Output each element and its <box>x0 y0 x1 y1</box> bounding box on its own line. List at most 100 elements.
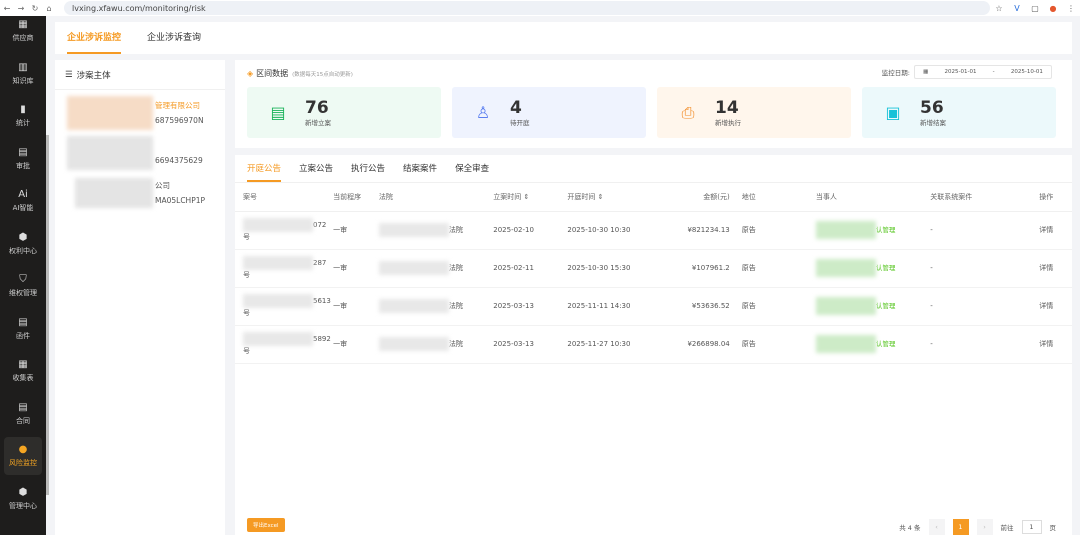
sidebar-item-6[interactable]: ⛉ 维权管理 <box>4 267 42 305</box>
total-count: 共 4 条 <box>899 524 921 532</box>
calendar-icon: ▦ <box>923 69 929 75</box>
stat-label: 待开庭 <box>510 118 530 127</box>
column-header: 案号 <box>235 183 334 212</box>
court: 法院 <box>448 340 463 348</box>
stat-card-new-execution[interactable]: ⎙ 14 新增执行 <box>657 87 851 138</box>
entity-item[interactable]: 管理有限公司 687596970N <box>55 90 225 130</box>
hearing-time: 2025-11-27 10:30 <box>567 325 677 364</box>
tab-1[interactable]: 立案公告 <box>299 162 333 182</box>
sidebar-item-5[interactable]: ⬢ 权利中心 <box>4 225 42 263</box>
sidebar: ▦ 供应商 ▥ 知识库 ▮ 统计 ▤ 审批 Ai AI智能 ⬢ 权利中心 ⛉ 维权管理 ▤ 函件 ▦ 收集表 ▤ 合同… <box>0 16 46 535</box>
date-start: 2025-01-01 <box>944 69 977 75</box>
column-header: 当事人 <box>815 183 931 212</box>
sidebar-item-7[interactable]: ▤ 函件 <box>4 310 42 348</box>
tab-2[interactable]: 执行公告 <box>351 162 385 182</box>
sidebar-item-label: 合同 <box>16 416 30 425</box>
column-header[interactable]: 开庭时间 ⇕ <box>567 183 677 212</box>
column-header: 地位 <box>741 183 816 212</box>
stage: 一审 <box>333 325 379 364</box>
column-header[interactable]: 立案时间 ⇕ <box>493 183 568 212</box>
shield-icon: ⛉ <box>19 274 27 285</box>
sidebar-item-10[interactable]: ● 风险监控 <box>4 437 42 475</box>
tab-0[interactable]: 开庭公告 <box>247 162 282 182</box>
stat-value: 14 <box>715 97 739 118</box>
stat-value: 76 <box>305 97 329 118</box>
court: 法院 <box>448 226 463 234</box>
tab-3[interactable]: 结案案件 <box>403 162 437 182</box>
stat-value: 4 <box>510 97 522 118</box>
sidebar-item-4[interactable]: Ai AI智能 <box>4 182 42 220</box>
detail-link[interactable]: 详情 <box>1039 249 1072 288</box>
tab-litigation-monitor[interactable]: 企业涉诉监控 <box>67 30 122 54</box>
export-excel-button[interactable]: 导出Excel <box>247 518 285 532</box>
tab-4[interactable]: 保全审查 <box>455 162 489 182</box>
menu-icon[interactable]: ⋮ <box>1062 4 1080 13</box>
date-sep: - <box>992 69 995 75</box>
sidebar-scrollbar[interactable] <box>46 135 49 495</box>
sidebar-item-11[interactable]: ⬢ 管理中心 <box>4 480 42 518</box>
calendar-card-icon: ▣ <box>885 103 901 122</box>
star-icon[interactable]: ☆ <box>990 4 1008 13</box>
stat-card-pending-hearing[interactable]: ♙ 4 待开庭 <box>452 87 646 138</box>
sidebar-item-label: 维权管理 <box>9 289 37 297</box>
sidebar-item-8[interactable]: ▦ 收集表 <box>4 352 42 390</box>
printer-icon: ⎙ <box>681 102 695 122</box>
detail-link[interactable]: 详情 <box>1039 287 1072 326</box>
page-unit-label: 页 <box>1049 524 1057 532</box>
amount: ¥53636.52 <box>676 287 742 326</box>
linked-case: - <box>930 287 1040 326</box>
home-icon[interactable]: ⌂ <box>42 4 56 13</box>
url-text: lvxing.xfawu.com/monitoring/risk <box>72 3 206 13</box>
entity-item[interactable]: 公司 MA05LCHP1P <box>55 170 225 210</box>
redacted <box>243 218 313 232</box>
stage: 一审 <box>333 211 379 250</box>
chart-icon: ▮ <box>20 104 26 115</box>
date-end: 2025-10-01 <box>1010 69 1043 75</box>
filed-date: 2025-03-13 <box>493 325 568 364</box>
sidebar-item-1[interactable]: ▥ 知识库 <box>4 55 42 93</box>
redacted <box>815 221 876 239</box>
next-page-button[interactable]: › <box>976 519 993 535</box>
stat-label: 新增结案 <box>920 118 946 127</box>
puzzle-icon[interactable]: ▢ <box>1026 4 1044 13</box>
sidebar-item-9[interactable]: ▤ 合同 <box>4 395 42 433</box>
stage: 一审 <box>333 249 379 288</box>
risk-icon: ● <box>18 444 28 455</box>
redacted <box>243 332 313 346</box>
stats-title: 区间数据 <box>256 69 289 78</box>
page-1-button[interactable]: 1 <box>952 519 969 535</box>
entity-code: MA05LCHP1P <box>155 196 206 205</box>
detail-link[interactable]: 详情 <box>1039 325 1072 364</box>
sidebar-item-0[interactable]: ▦ 供应商 <box>4 12 42 50</box>
amount: ¥821234.13 <box>676 211 742 250</box>
filed-date: 2025-02-11 <box>493 249 568 288</box>
address-bar[interactable]: lvxing.xfawu.com/monitoring/risk <box>64 1 990 15</box>
table-row: 072号 一审 法院 2025-02-10 2025-10-30 10:30 ¥… <box>235 211 1072 250</box>
book-icon: ▥ <box>18 61 28 73</box>
redacted <box>378 261 449 275</box>
case-table: 案号 当前程序 法院 立案时间 ⇕ 开庭时间 ⇕ 金额(元) 地位 当事人 关联系统案件 操作 0… <box>235 183 1072 364</box>
extension-icon[interactable]: V <box>1008 4 1026 13</box>
sidebar-item-label: AI智能 <box>12 204 34 212</box>
ai-icon: Ai <box>18 189 28 200</box>
list-icon: ☰ <box>65 69 73 80</box>
date-range-picker[interactable]: ▦ 2025-01-01 - 2025-10-01 <box>914 65 1052 79</box>
entity-item[interactable]: 6694375629 <box>55 130 225 170</box>
sidebar-item-2[interactable]: ▮ 统计 <box>4 97 42 135</box>
profile-icon[interactable]: ● <box>1044 4 1062 13</box>
tab-litigation-query[interactable]: 企业涉诉查询 <box>147 30 201 54</box>
prev-page-button[interactable]: ‹ <box>928 519 945 535</box>
detail-link[interactable]: 详情 <box>1039 211 1072 250</box>
column-header: 操作 <box>1039 183 1072 212</box>
stat-card-new-closed[interactable]: ▣ 56 新增结案 <box>862 87 1056 138</box>
filed-date: 2025-03-13 <box>493 287 568 326</box>
sidebar-item-3[interactable]: ▤ 审批 <box>4 140 42 178</box>
stat-card-new-filed[interactable]: ▤ 76 新增立案 <box>247 87 441 138</box>
goto-page-input[interactable]: 1 <box>1021 520 1042 534</box>
redacted <box>378 299 449 313</box>
party: 认管理 <box>875 340 896 348</box>
entity-panel-title: 涉案主体 <box>76 70 111 81</box>
case-panel: 开庭公告 立案公告 执行公告 结案案件 保全审查 案号 当前程序 法院 立案时间 ⇕ 开庭时间 … <box>235 155 1072 535</box>
redacted <box>378 223 449 237</box>
letter-icon: ▤ <box>18 316 28 328</box>
